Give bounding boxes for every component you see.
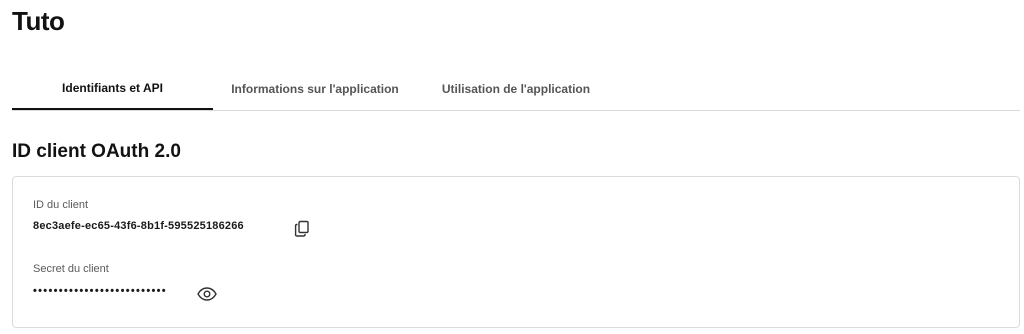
reveal-secret-button[interactable]	[197, 284, 217, 304]
eye-icon	[197, 287, 217, 301]
tab-credentials-api[interactable]: Identifiants et API	[12, 67, 213, 110]
client-id-value: 8ec3aefe-ec65-43f6-8b1f-595525186266	[33, 220, 244, 232]
section-title: ID client OAuth 2.0	[12, 141, 181, 162]
client-id-label: ID du client	[33, 199, 89, 211]
copy-icon	[294, 220, 309, 237]
page: Tuto Identifiants et API Informations su…	[0, 0, 1024, 334]
tab-app-usage[interactable]: Utilisation de l'application	[417, 67, 615, 110]
client-secret-label: Secret du client	[33, 263, 109, 275]
tab-bar: Identifiants et API Informations sur l'a…	[12, 67, 1020, 111]
client-secret-value: ••••••••••••••••••••••••••	[33, 285, 167, 297]
tab-app-information[interactable]: Informations sur l'application	[213, 67, 417, 110]
page-title: Tuto	[12, 6, 65, 36]
credentials-card: ID du client 8ec3aefe-ec65-43f6-8b1f-595…	[12, 176, 1020, 328]
copy-client-id-button[interactable]	[292, 218, 312, 238]
